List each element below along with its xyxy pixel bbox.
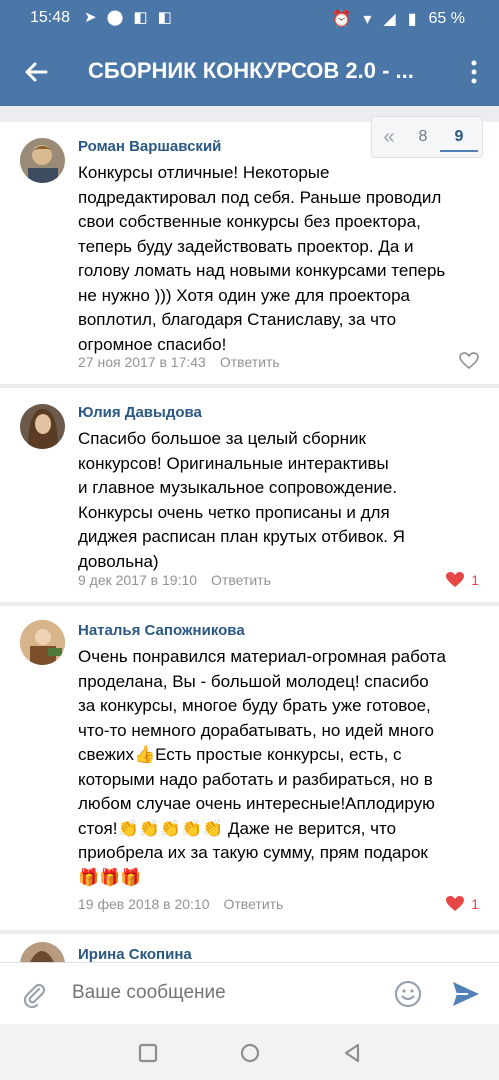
- comment-line: довольна): [78, 551, 159, 571]
- like-count: 1: [471, 896, 479, 912]
- battery-icon: ▮: [407, 11, 417, 28]
- comment-line: теперь буду задействовать проектор. Да и: [78, 236, 414, 256]
- comment-line: не нужно ))) Хотя один уже для проектора: [78, 285, 411, 305]
- heart-filled-icon: [446, 896, 465, 911]
- comment-line: голову ломать над новыми конкурсами тепе…: [78, 261, 446, 280]
- comments-list: Роман Варшавский Конкурсы отличные! Неко…: [0, 106, 499, 962]
- avatar[interactable]: [20, 620, 65, 665]
- back-arrow-icon[interactable]: [20, 56, 52, 88]
- message-composer: [0, 962, 499, 1025]
- more-menu-icon[interactable]: [469, 56, 479, 88]
- comment-line: конкурсов! Оригинальные интерактивы: [78, 453, 389, 473]
- first-page-button[interactable]: «: [372, 126, 406, 149]
- paperclip-icon[interactable]: [20, 980, 48, 1008]
- app-bar: СБОРНИК КОНКУРСОВ 2.0 - ...: [0, 38, 499, 106]
- wifi-icon: ▾: [363, 11, 372, 28]
- comment-line: за конкурсы, многое буду брать уже готов…: [78, 696, 431, 715]
- comment-line: стоя!👏👏👏👏👏 Даже не верится, что: [78, 818, 397, 838]
- comment-line: 🎁🎁🎁: [78, 867, 142, 887]
- comment-text: Спасибо большое за целый сборник конкурс…: [78, 427, 478, 574]
- signal-icon: ◢: [383, 11, 396, 28]
- comment-author[interactable]: Юлия Давыдова: [78, 404, 202, 421]
- heart-filled-icon: [446, 572, 465, 587]
- comment-item: Ирина Скопина: [0, 934, 499, 962]
- page-button-8[interactable]: 8: [406, 128, 440, 146]
- comment-line: подредактировал под себя. Раньше проводи…: [78, 187, 442, 207]
- notification-icons: ➤ ⬤ ◧ ◧: [84, 8, 172, 26]
- comment-line: что-то немного дорабатывать, но идей мно…: [78, 720, 434, 740]
- system-icons: ⏰ ▾ ◢ ▮ 65 %: [331, 9, 465, 29]
- comment-text: Конкурсы отличные! Некоторые подредактир…: [78, 161, 478, 357]
- location-icon: ⬤: [106, 9, 124, 26]
- comment-line: свои собственные конкурсы без проектора,: [78, 212, 421, 231]
- comment-item: Юлия Давыдова Спасибо большое за целый с…: [0, 388, 499, 602]
- system-nav-bar: [0, 1024, 499, 1080]
- app-icon-2: ◧: [157, 9, 172, 26]
- comment-author[interactable]: Роман Варшавский: [78, 138, 221, 155]
- comment-item: Наталья Сапожникова Очень понравился мат…: [0, 606, 499, 930]
- like-button[interactable]: 1: [445, 571, 479, 589]
- comment-item: Роман Варшавский Конкурсы отличные! Неко…: [0, 122, 499, 384]
- comment-meta: 27 ноя 2017 в 17:43 Ответить: [78, 354, 280, 370]
- comment-line: воплотил, благодаря Станиславу, за что: [78, 310, 397, 329]
- comment-line: приобрела их за такую сумму, прям подаро…: [78, 843, 428, 862]
- page-button-current[interactable]: 9: [440, 128, 478, 152]
- comment-line: свежих👍Есть простые конкурсы, есть, с: [78, 745, 402, 764]
- pagination: « 8 9: [371, 116, 483, 158]
- comment-line: Спасибо большое за целый сборник: [78, 429, 366, 448]
- comment-date[interactable]: 19 фев 2018 в 20:10: [78, 896, 210, 912]
- comment-line: любом случае очень интересные!Аплодирую: [78, 794, 435, 813]
- app-icon: ◧: [133, 9, 148, 26]
- message-input[interactable]: [70, 981, 374, 1005]
- reply-button[interactable]: Ответить: [220, 354, 280, 370]
- like-count: 1: [471, 572, 479, 588]
- status-bar: 15:48 ➤ ⬤ ◧ ◧ ⏰ ▾ ◢ ▮ 65 %: [0, 0, 499, 38]
- comment-line: Конкурсы очень четко прописаны и для: [78, 502, 390, 522]
- comment-line: Очень понравился материал-огромная работ…: [78, 647, 446, 666]
- like-button[interactable]: 1: [445, 895, 479, 913]
- heart-outline-icon: [459, 352, 479, 370]
- reply-button[interactable]: Ответить: [224, 896, 284, 912]
- comment-date[interactable]: 27 ноя 2017 в 17:43: [78, 354, 206, 370]
- home-icon[interactable]: [239, 1042, 261, 1064]
- clock: 15:48: [30, 9, 71, 26]
- comment-line: проделана, Вы - большой молодец! спасибо: [78, 671, 429, 691]
- avatar[interactable]: [20, 138, 65, 183]
- avatar[interactable]: [20, 404, 65, 449]
- telegram-icon: ➤: [84, 9, 97, 26]
- battery-percent: 65 %: [428, 10, 465, 27]
- page-title: СБОРНИК КОНКУРСОВ 2.0 - ...: [88, 58, 414, 83]
- emoji-icon[interactable]: [394, 980, 422, 1008]
- avatar[interactable]: [20, 942, 65, 962]
- reply-button[interactable]: Ответить: [211, 572, 271, 588]
- comment-meta: 9 дек 2017 в 19:10 Ответить: [78, 572, 271, 588]
- send-icon[interactable]: [450, 979, 482, 1009]
- comment-meta: 19 фев 2018 в 20:10 Ответить: [78, 896, 283, 912]
- comment-author[interactable]: Ирина Скопина: [78, 946, 192, 962]
- back-nav-icon[interactable]: [341, 1042, 363, 1064]
- like-button[interactable]: [459, 352, 479, 370]
- alarm-icon: ⏰: [331, 11, 352, 28]
- comment-line: которыми надо работать и разбираться, но…: [78, 769, 433, 789]
- comment-text: Очень понравился материал-огромная работ…: [78, 645, 478, 890]
- comment-line: и главное музыкальное сопровождение.: [78, 478, 398, 497]
- comment-author[interactable]: Наталья Сапожникова: [78, 622, 245, 639]
- comment-line: диджея расписан план крутых отбивок. Я: [78, 527, 405, 546]
- comment-date[interactable]: 9 дек 2017 в 19:10: [78, 572, 197, 588]
- comment-line: Конкурсы отличные! Некоторые: [78, 163, 330, 182]
- recents-icon[interactable]: [137, 1042, 159, 1064]
